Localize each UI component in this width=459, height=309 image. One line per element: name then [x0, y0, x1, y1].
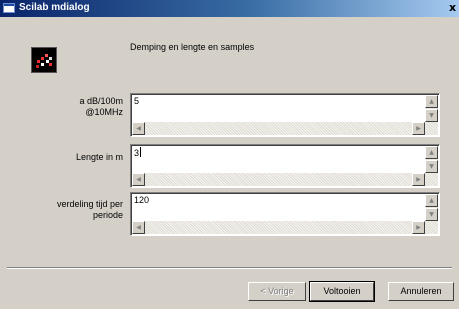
horizontal-scrollbar[interactable]: ◀ ▶: [132, 221, 438, 234]
previous-button[interactable]: < Vorige: [248, 282, 306, 301]
scroll-up-icon[interactable]: ▲: [425, 146, 438, 159]
scroll-up-icon[interactable]: ▲: [425, 194, 438, 207]
scroll-left-icon[interactable]: ◀: [132, 221, 145, 234]
scroll-down-icon[interactable]: ▼: [425, 160, 438, 173]
attenuation-value: 5: [134, 96, 140, 106]
close-button[interactable]: x: [449, 1, 459, 15]
scroll-up-icon[interactable]: ▲: [425, 95, 438, 108]
vertical-scrollbar[interactable]: ▲ ▼: [425, 194, 438, 221]
horizontal-scrollbar[interactable]: ◀ ▶: [132, 173, 438, 186]
scroll-right-icon[interactable]: ▶: [412, 173, 425, 186]
horizontal-scrollbar[interactable]: ◀ ▶: [132, 122, 438, 135]
scroll-down-icon[interactable]: ▼: [425, 109, 438, 122]
length-value: 3: [134, 147, 142, 158]
scilab-logo-icon: [32, 48, 56, 72]
scroll-left-icon[interactable]: ◀: [132, 122, 145, 135]
scroll-right-icon[interactable]: ▶: [412, 122, 425, 135]
sampling-input[interactable]: 120 ▲ ▼ ◀ ▶: [130, 192, 440, 236]
text-caret: [140, 147, 142, 157]
field-label-sampling: verdeling tijd per periode: [56, 199, 123, 220]
field-label-length: Lengte in m: [75, 152, 123, 162]
window-icon: [3, 3, 15, 13]
vertical-scrollbar[interactable]: ▲ ▼: [425, 95, 438, 122]
vertical-scrollbar[interactable]: ▲ ▼: [425, 146, 438, 173]
title-bar[interactable]: Scilab mdialog: [0, 0, 459, 17]
attenuation-input[interactable]: 5 ▲ ▼ ◀ ▶: [130, 93, 440, 137]
scroll-left-icon[interactable]: ◀: [132, 173, 145, 186]
field-label-attenuation: a dB/100m @10MHz: [79, 96, 123, 117]
length-input[interactable]: 3 ▲ ▼ ◀ ▶: [130, 144, 440, 188]
scroll-down-icon[interactable]: ▼: [425, 208, 438, 221]
window-title: Scilab mdialog: [19, 2, 90, 13]
cancel-button[interactable]: Annuleren: [388, 282, 454, 301]
separator: [7, 267, 452, 269]
scroll-right-icon[interactable]: ▶: [412, 221, 425, 234]
finish-button[interactable]: Voltooien: [309, 281, 375, 302]
sampling-value: 120: [134, 195, 150, 205]
dialog-heading: Demping en lengte en samples: [130, 42, 255, 52]
